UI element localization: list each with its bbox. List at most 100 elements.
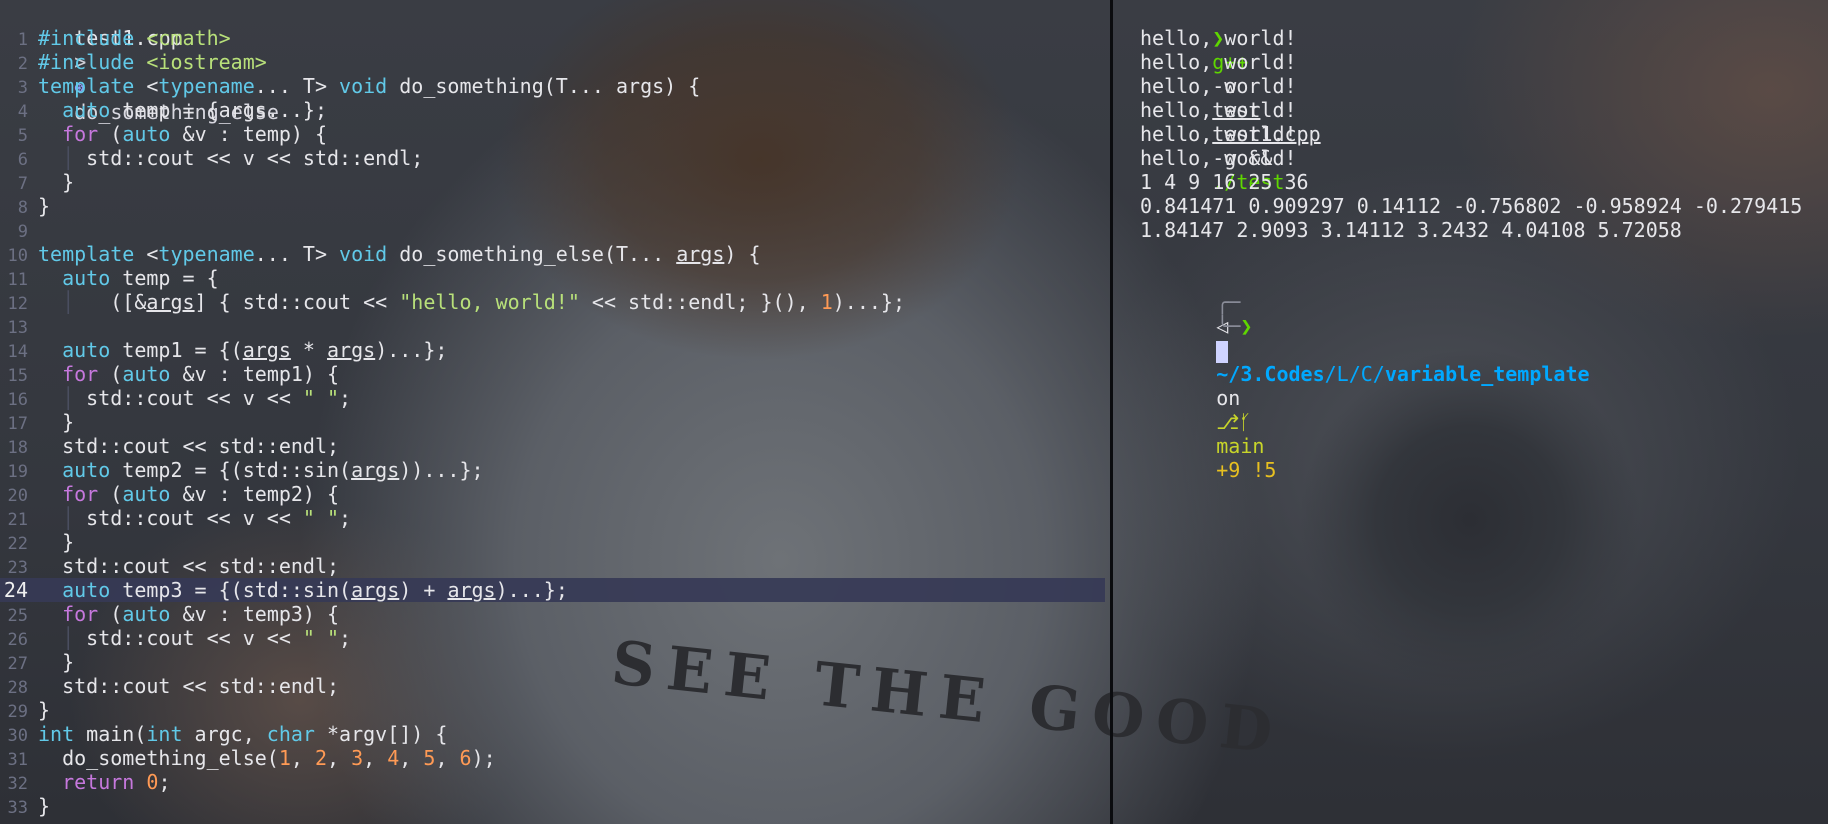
desktop-screen: SEE THE GOOD test1.cpp > ⊛ do_something_… [0, 0, 1828, 824]
code-token: void [339, 74, 388, 98]
code-token: std::cout << v << std::endl; [86, 146, 424, 170]
code-token: 6 [459, 746, 472, 770]
line-number: 29 [7, 702, 28, 722]
code-token: │ [38, 146, 87, 170]
code-token: #include [38, 50, 147, 74]
code-line[interactable]: 6 │ std::cout << v << std::endl; [0, 146, 1110, 170]
code-token: " " [302, 506, 340, 530]
code-token: char [266, 722, 315, 746]
code-line[interactable]: 21 │ std::cout << v << " "; [0, 506, 1110, 530]
code-line[interactable]: 12 │ ([&args] { std::cout << "hello, wor… [0, 290, 1110, 314]
code-token: for [62, 362, 99, 386]
cwd-segment-dir: variable_template [1384, 362, 1590, 386]
code-token: do_something_else(T... [387, 242, 677, 266]
line-number: 17 [7, 414, 28, 434]
code-line[interactable]: 28 std::cout << std::endl; [0, 674, 1110, 698]
code-line[interactable]: 3 template <typename... T> void do_someth… [0, 74, 1110, 98]
code-line[interactable]: 31 do_something_else(1, 2, 3, 4, 5, 6); [0, 746, 1110, 770]
code-token: << std::endl; }(), [579, 290, 821, 314]
line-number: 14 [7, 342, 28, 362]
code-token: args [146, 290, 195, 314]
code-token: auto [62, 266, 111, 290]
code-token: std::cout << v << [86, 626, 303, 650]
code-line[interactable]: 22 } [0, 530, 1110, 554]
code-line[interactable]: 14 auto temp1 = {(args * args)...}; [0, 338, 1110, 362]
code-line[interactable]: 27 } [0, 650, 1110, 674]
code-token: auto [62, 578, 111, 602]
code-line[interactable]: 16 │ std::cout << v << " "; [0, 386, 1110, 410]
line-number: 27 [7, 654, 28, 674]
code-line[interactable]: 13 [0, 314, 1110, 338]
code-token: 1 [820, 290, 833, 314]
terminal-pane[interactable]: ❯ g++ -o test test1.cpp -g && ./test hel… [1114, 0, 1828, 824]
code-token: , [327, 746, 352, 770]
code-token: args [242, 338, 291, 362]
code-line[interactable]: 29} [0, 698, 1110, 722]
terminal-command-line: ❯ g++ -o test test1.cpp -g && ./test [1114, 2, 1828, 194]
git-on-label: on [1216, 386, 1241, 410]
line-number: 12 [7, 294, 28, 314]
code-token: } [38, 698, 51, 722]
git-status-counts: +9 !5 [1216, 458, 1277, 482]
code-line[interactable]: 24 auto temp3 = {(std::sin(args) + args)… [0, 578, 1105, 602]
code-line[interactable]: 5 for (auto &v : temp) { [0, 122, 1110, 146]
code-token: , [363, 746, 388, 770]
code-line[interactable]: 10 template <typename... T> void do_somet… [0, 242, 1110, 266]
code-line[interactable]: 32 return 0; [0, 770, 1110, 794]
code-token: std::cout << v << [86, 506, 303, 530]
code-token: temp1 = {( [110, 338, 243, 362]
code-line[interactable]: 9 [0, 218, 1110, 242]
line-number: 28 [7, 678, 28, 698]
code-area[interactable]: 1 #include <cmath> 2 #include <iostream> 3 te… [0, 26, 1110, 818]
code-line[interactable]: 26 │ std::cout << v << " "; [0, 626, 1110, 650]
code-line[interactable]: 11 auto temp = { [0, 266, 1110, 290]
code-token: "hello, world!" [399, 290, 580, 314]
code-line[interactable]: 18 std::cout << std::endl; [0, 434, 1110, 458]
code-line[interactable]: 8} [0, 194, 1110, 218]
line-number: 15 [7, 366, 28, 386]
code-line[interactable]: 33} [0, 794, 1110, 818]
code-line[interactable]: 17 } [0, 410, 1110, 434]
line-number: 8 [17, 198, 28, 218]
prompt-corner-top: ╭─ [1216, 290, 1241, 314]
pane-divider[interactable] [1110, 0, 1113, 824]
code-token: ... T> [254, 242, 340, 266]
line-number: 26 [7, 630, 28, 650]
code-token: for [62, 122, 99, 146]
code-line[interactable]: 1 #include <cmath> [0, 26, 1110, 50]
code-token: auto [122, 122, 171, 146]
code-token: ; [339, 386, 352, 410]
code-token: #include [38, 26, 147, 50]
code-line[interactable]: 7 } [0, 170, 1110, 194]
breadcrumb[interactable]: test1.cpp > ⊛ do_something_else [0, 2, 1110, 124]
code-line[interactable]: 4 auto temp = {args...}; [0, 98, 1110, 122]
line-number: 32 [7, 774, 28, 794]
code-token: 0 [146, 770, 159, 794]
code-token: auto [62, 338, 111, 362]
code-token: typename [158, 242, 255, 266]
code-line[interactable]: 2 #include <iostream> [0, 50, 1110, 74]
code-line[interactable]: 30 int main(int argc, char *argv[]) { [0, 722, 1110, 746]
code-line[interactable]: 25 for (auto &v : temp3) { [0, 602, 1110, 626]
code-token: ( [98, 362, 123, 386]
code-line[interactable]: 15 for (auto &v : temp1) { [0, 362, 1110, 386]
code-token: args [447, 578, 496, 602]
code-token: auto [122, 482, 171, 506]
code-token: ) + [399, 578, 448, 602]
code-token: &v : temp2) { [170, 482, 340, 506]
code-token: ( [98, 482, 123, 506]
terminal-output-line: 1.84147 2.9093 3.14112 3.2432 4.04108 5.… [1140, 218, 1682, 242]
line-number: 9 [17, 222, 28, 242]
code-token: int [38, 722, 75, 746]
line-number: 7 [17, 174, 28, 194]
editor-pane[interactable]: test1.cpp > ⊛ do_something_else 1 #includ… [0, 0, 1110, 824]
code-token: for [62, 482, 99, 506]
code-line[interactable]: 23 std::cout << std::endl; [0, 554, 1110, 578]
code-line[interactable]: 20 for (auto &v : temp2) { [0, 482, 1110, 506]
code-line[interactable]: 19 auto temp2 = {(std::sin(args))...}; [0, 458, 1110, 482]
terminal-cursor[interactable] [1216, 340, 1229, 363]
code-token: ( [98, 602, 123, 626]
input-prompt-arrow: ❯ [1240, 314, 1253, 338]
